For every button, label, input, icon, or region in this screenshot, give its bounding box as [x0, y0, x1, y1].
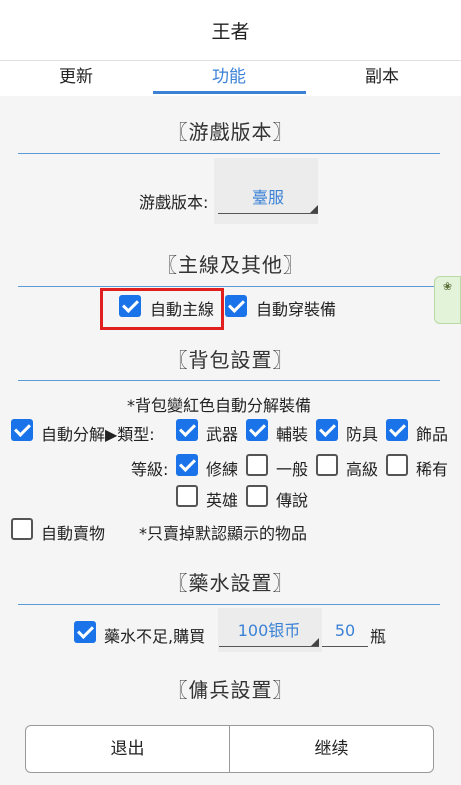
grade-normal-label: 一般	[276, 460, 309, 479]
auto-equip-checkbox[interactable]	[225, 295, 247, 317]
section-title-mercenary: 〖傭兵設置〗	[167, 678, 294, 702]
section-title-main-line: 〖主線及其他〗	[157, 253, 304, 277]
section-divider	[18, 380, 440, 381]
floating-assistant-icon[interactable]: ❀	[434, 276, 461, 324]
auto-decompose-label: 自動分解▶類型:	[41, 425, 155, 444]
dropdown-arrow-icon	[311, 638, 319, 646]
auto-buy-potion-label: 藥水不足,購買	[104, 627, 206, 646]
settings-scroll-area[interactable]: 〖游戲版本〗 游戲版本: 臺服 〖主線及其他〗 自動主線 自動穿裝備 〖背包設置…	[0, 96, 461, 715]
game-version-value: 臺服	[251, 188, 284, 207]
grade-rare-label: 稀有	[416, 460, 449, 479]
window-title-text: 王者	[211, 20, 250, 43]
grade-training-checkbox[interactable]	[176, 454, 198, 476]
potion-unit-label: 瓶	[370, 627, 387, 646]
grade-hero-checkbox[interactable]	[176, 485, 198, 507]
type-accessory-gear-checkbox[interactable]	[246, 419, 268, 441]
type-jewelry-checkbox[interactable]	[386, 419, 408, 441]
grade-legend-label: 傳說	[276, 491, 309, 510]
auto-equip-label: 自動穿裝備	[256, 300, 337, 319]
type-armor-checkbox[interactable]	[316, 419, 338, 441]
game-version-select[interactable]: 臺服	[218, 184, 318, 214]
tab-bar: 更新 功能 副本	[0, 60, 461, 96]
grade-label: 等級:	[131, 460, 169, 479]
grade-hero-label: 英雄	[206, 491, 239, 510]
currency-select[interactable]: 100银币	[219, 617, 319, 647]
grade-normal-checkbox[interactable]	[246, 454, 268, 476]
grade-advanced-label: 高級	[346, 460, 379, 479]
tab-functions[interactable]: 功能	[153, 61, 305, 95]
auto-sell-checkbox[interactable]	[11, 518, 33, 540]
grade-advanced-checkbox[interactable]	[316, 454, 338, 476]
potion-quantity-input[interactable]: 50	[322, 617, 368, 647]
footer-button-group: 退出 继续	[25, 725, 434, 773]
type-weapon-checkbox[interactable]	[176, 419, 198, 441]
auto-sell-label: 自動賣物	[41, 524, 106, 543]
exit-button[interactable]: 退出	[26, 726, 230, 772]
section-title-backpack: 〖背包設置〗	[167, 348, 294, 372]
type-weapon-label: 武器	[206, 425, 239, 444]
auto-decompose-checkbox[interactable]	[11, 419, 33, 441]
type-jewelry-label: 飾品	[416, 425, 449, 444]
tab-dungeon[interactable]: 副本	[306, 61, 458, 95]
type-accessory-gear-label: 輔裝	[276, 425, 309, 444]
tab-update[interactable]: 更新	[0, 61, 152, 95]
highlight-box	[100, 288, 224, 330]
auto-buy-potion-checkbox[interactable]	[74, 621, 96, 643]
section-divider	[18, 286, 440, 287]
type-armor-label: 防具	[346, 425, 379, 444]
potion-quantity-value: 50	[334, 621, 356, 640]
game-version-label: 游戲版本:	[139, 193, 209, 212]
continue-button[interactable]: 继续	[230, 726, 433, 772]
active-tab-indicator	[153, 91, 306, 94]
decompose-note: *背包變紅色自動分解裝備	[127, 396, 312, 415]
section-title-game-version: 〖游戲版本〗	[167, 120, 294, 144]
grade-rare-checkbox[interactable]	[386, 454, 408, 476]
currency-value: 100银币	[237, 621, 301, 640]
window-title: 王者	[0, 0, 461, 60]
section-title-potion: 〖藥水設置〗	[167, 571, 294, 595]
auto-sell-note: *只賣掉默認顯示的物品	[139, 524, 308, 543]
section-divider	[18, 604, 440, 605]
section-divider	[18, 153, 440, 154]
flower-icon: ❀	[442, 280, 453, 293]
dropdown-arrow-icon	[310, 205, 318, 213]
grade-legend-checkbox[interactable]	[246, 485, 268, 507]
grade-training-label: 修練	[206, 460, 239, 479]
